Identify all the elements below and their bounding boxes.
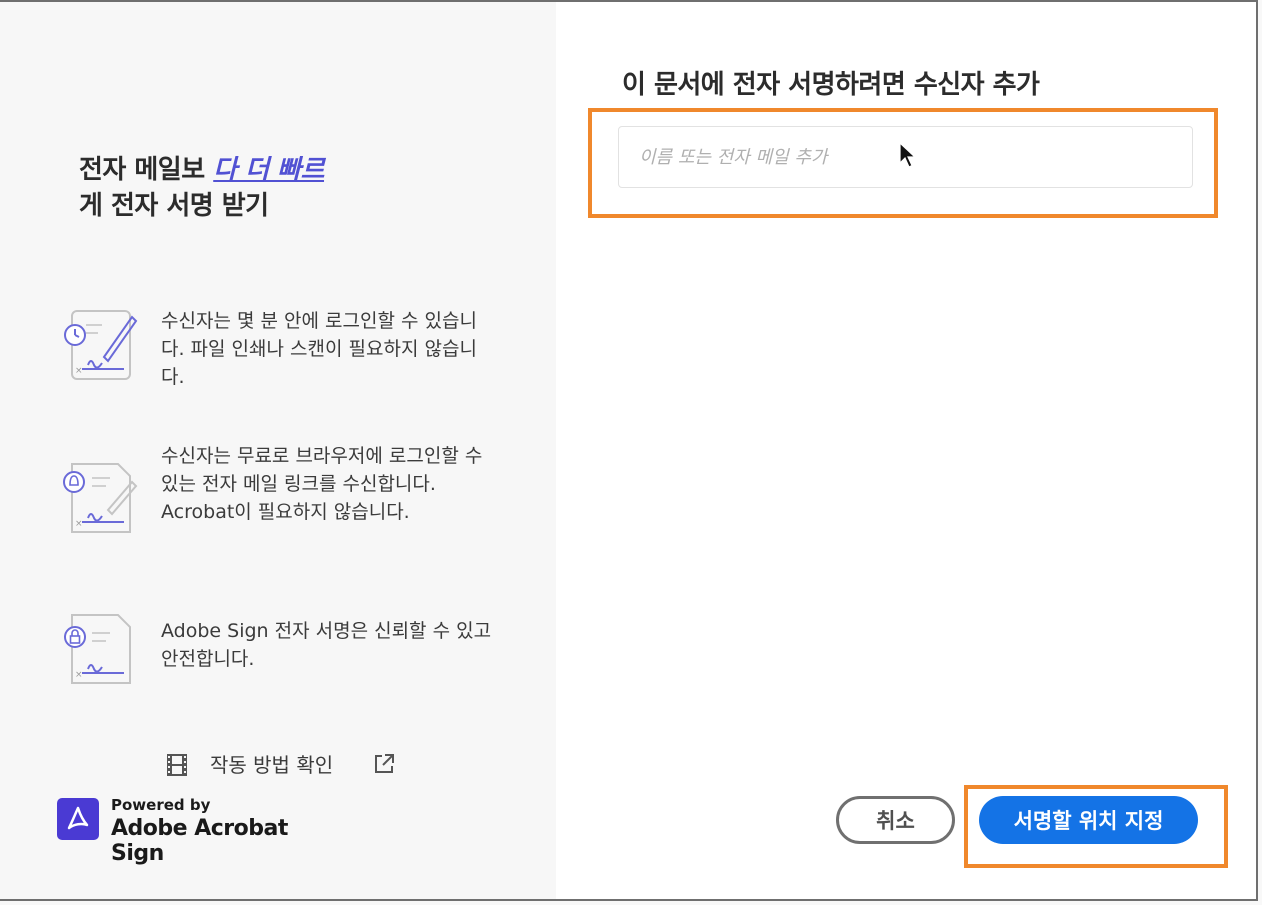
clock-signature-icon: × [64, 310, 138, 380]
feature-item-email-link: × 수신자는 무료로 브라우저에 로그인할 수 있는 전자 메일 링크를 수신합… [58, 442, 508, 557]
mouse-cursor-icon [899, 142, 917, 168]
film-icon [167, 754, 187, 776]
adobe-sign-branding: Powered by Adobe Acrobat Sign [57, 796, 337, 866]
headline-text-2: 게 전자 서명 받기 [79, 191, 269, 221]
recipients-panel: 이 문서에 전자 서명하려면 수신자 추가 취소 서명할 위치 지정 [556, 2, 1256, 899]
svg-text:×: × [75, 366, 83, 376]
feature-item-quick-login: × 수신자는 몇 분 안에 로그인할 수 있습니다. 파일 인쇄나 스캔이 필요… [58, 307, 508, 397]
headline-link[interactable]: 다 더 빠르 [213, 155, 324, 185]
how-it-works-link[interactable]: 작동 방법 확인 [166, 750, 406, 780]
how-it-works-label: 작동 방법 확인 [210, 753, 334, 777]
feature-item-secure: × Adobe Sign 전자 서명은 신뢰할 수 있고 안전합니다. [58, 614, 508, 687]
svg-text:×: × [75, 670, 83, 680]
bell-signature-icon: × [63, 463, 138, 533]
svg-text:×: × [75, 519, 83, 529]
feature-text: Adobe Sign 전자 서명은 신뢰할 수 있고 안전합니다. [161, 620, 492, 670]
feature-text: 수신자는 무료로 브라우저에 로그인할 수 있는 전자 메일 링크를 수신합니다… [161, 445, 483, 523]
powered-by-label: Powered by [111, 796, 211, 814]
specify-signature-location-button[interactable]: 서명할 위치 지정 [979, 796, 1198, 844]
lock-signature-icon: × [64, 614, 131, 684]
info-headline: 전자 메일보 다 더 빠르 게 전자 서명 받기 [79, 152, 379, 224]
external-link-icon [375, 754, 394, 773]
add-recipients-dialog: 전자 메일보 다 더 빠르 게 전자 서명 받기 × 수신자는 몇 분 안에 로… [0, 0, 1258, 901]
headline-text-1: 전자 메일보 [79, 155, 214, 185]
acrobat-logo-icon [57, 798, 99, 840]
info-panel: 전자 메일보 다 더 빠르 게 전자 서명 받기 × 수신자는 몇 분 안에 로… [0, 2, 556, 899]
panel-title: 이 문서에 전자 서명하려면 수신자 추가 [622, 70, 1040, 100]
product-name: Adobe Acrobat Sign [111, 816, 288, 866]
feature-text: 수신자는 몇 분 안에 로그인할 수 있습니다. 파일 인쇄나 스캔이 필요하지… [161, 310, 477, 388]
cancel-button[interactable]: 취소 [836, 796, 955, 844]
